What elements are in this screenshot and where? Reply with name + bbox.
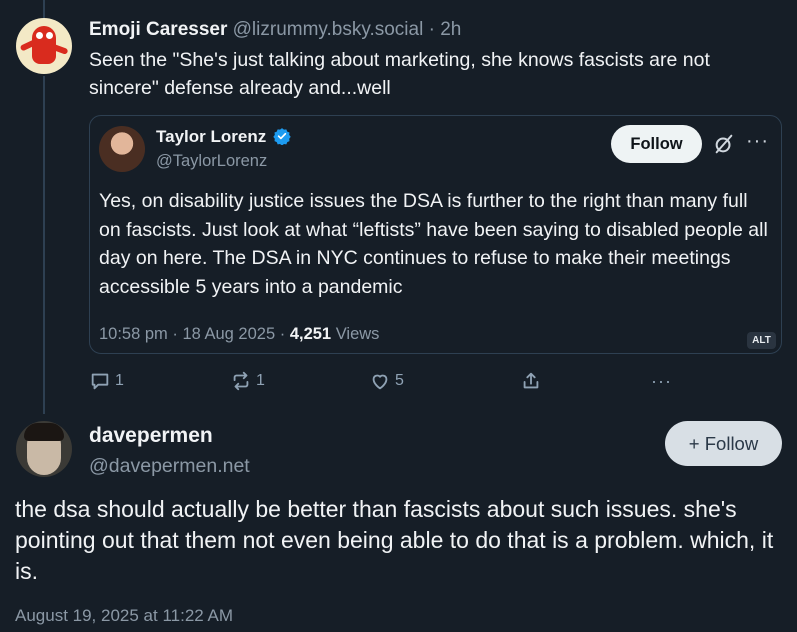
reply-count: 1 bbox=[115, 372, 124, 389]
grok-icon[interactable] bbox=[713, 133, 735, 155]
avatar-eye-right bbox=[46, 32, 53, 39]
more-icon[interactable]: ··· bbox=[746, 130, 769, 153]
reply-author-avatar[interactable] bbox=[16, 18, 72, 74]
reply-icon bbox=[91, 373, 109, 390]
views-count: 4,251 bbox=[289, 325, 332, 343]
quoted-post-timestamp[interactable]: 10:58 pm · 18 Aug 2025 · bbox=[99, 325, 290, 343]
main-post-date[interactable]: August 19, 2025 at 11:22 AM bbox=[15, 605, 233, 627]
quoted-author-handle[interactable]: @TaylorLorenz bbox=[156, 150, 267, 172]
reply-author-handle[interactable]: @lizrummy.bsky.social bbox=[233, 19, 424, 40]
share-button[interactable] bbox=[520, 368, 542, 394]
main-author-handle[interactable]: @davepermen.net bbox=[89, 453, 250, 479]
like-icon bbox=[372, 374, 388, 390]
quoted-author-name[interactable]: Taylor Lorenz bbox=[156, 127, 266, 146]
reply-button[interactable]: 1 bbox=[89, 368, 124, 394]
quoted-post-meta: 10:58 pm · 18 Aug 2025 · 4,251 Views bbox=[99, 323, 379, 345]
post-options-button[interactable]: ··· bbox=[651, 368, 672, 394]
repost-icon bbox=[233, 371, 249, 391]
share-icon bbox=[523, 372, 539, 389]
quoted-author-avatar[interactable] bbox=[99, 126, 145, 172]
main-author-avatar[interactable] bbox=[16, 421, 72, 477]
main-author-name[interactable]: davepermen bbox=[89, 423, 213, 449]
separator: · bbox=[428, 19, 435, 40]
main-post-text: the dsa should actually be better than f… bbox=[15, 496, 774, 584]
more-options-icon: ··· bbox=[651, 370, 672, 391]
avatar-eye-left bbox=[36, 32, 43, 39]
reply-header: Emoji Caresser @lizrummy.bsky.social · 2… bbox=[89, 18, 461, 42]
views-label: Views bbox=[331, 325, 380, 343]
quoted-author-name-row: Taylor Lorenz bbox=[156, 126, 291, 148]
avatar-hair bbox=[24, 423, 64, 441]
main-follow-button[interactable]: + Follow bbox=[665, 421, 782, 466]
like-button[interactable]: 5 bbox=[369, 368, 404, 394]
repost-count: 1 bbox=[256, 372, 265, 389]
quoted-post-card[interactable]: Taylor Lorenz @TaylorLorenz Follow ··· Y… bbox=[89, 115, 782, 354]
repost-button[interactable]: 1 bbox=[230, 368, 265, 394]
quoted-post-text: Yes, on disability justice issues the DS… bbox=[99, 190, 768, 298]
like-count: 5 bbox=[395, 372, 404, 389]
follow-button[interactable]: Follow bbox=[611, 125, 702, 163]
verified-icon bbox=[273, 128, 291, 145]
alt-badge[interactable]: ALT bbox=[747, 332, 776, 349]
reply-author-name[interactable]: Emoji Caresser bbox=[89, 19, 227, 40]
reply-time[interactable]: 2h bbox=[440, 19, 461, 40]
thread-line bbox=[43, 76, 45, 414]
reply-post-text: Seen the "She's just talking about marke… bbox=[89, 49, 710, 99]
